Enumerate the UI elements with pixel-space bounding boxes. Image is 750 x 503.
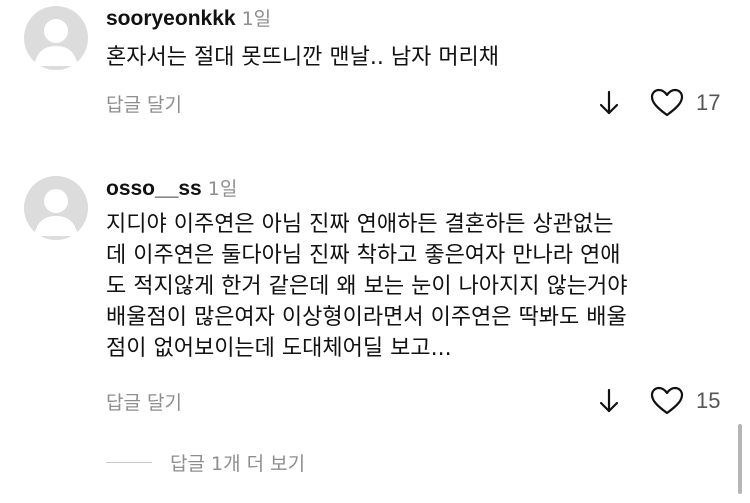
reply-button[interactable]: 답글 달기 <box>106 388 182 415</box>
avatar[interactable] <box>24 176 88 240</box>
replies-divider-line <box>106 461 152 463</box>
down-arrow-icon[interactable] <box>597 387 621 415</box>
comment-header: osso__ss 1일 <box>106 174 237 201</box>
like-count: 15 <box>696 388 721 413</box>
comment-item: osso__ss 1일 지디야 이주연은 아님 진짜 연애하든 결혼하든 상관없는… <box>0 0 750 440</box>
view-replies-label: 답글 1개 더 보기 <box>170 452 306 475</box>
comment-text: 지디야 이주연은 아님 진짜 연애하든 결혼하든 상관없는 데 이주연은 둘다아… <box>106 212 628 361</box>
view-replies-button[interactable]: 답글 1개 더 보기 <box>106 447 305 477</box>
comment-time: 1일 <box>207 178 238 200</box>
heart-icon[interactable] <box>650 386 684 416</box>
username[interactable]: osso__ss <box>106 177 202 200</box>
scrollbar[interactable] <box>738 424 742 494</box>
